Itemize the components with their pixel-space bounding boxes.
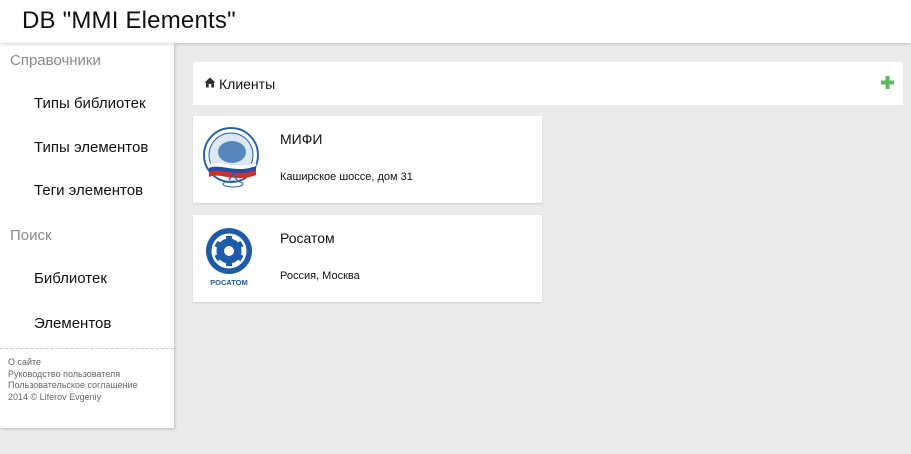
nav-item-element-types[interactable]: Типы элементов <box>34 139 148 156</box>
footer-link-user-agreement[interactable]: Пользовательское соглашение <box>8 380 138 392</box>
plus-icon[interactable] <box>881 76 894 89</box>
client-card-rosatom[interactable]: РОСАТОМ Росатом Россия, Москва <box>193 215 542 302</box>
nav-item-element-tags[interactable]: Теги элементов <box>34 182 143 199</box>
client-address: Россия, Москва <box>280 270 360 282</box>
client-address: Каширское шоссе, дом 31 <box>280 171 413 183</box>
rosatom-logo: РОСАТОМ <box>206 228 252 287</box>
nav-item-search-elements[interactable]: Элементов <box>34 315 111 332</box>
footer-link-about[interactable]: О сайте <box>8 357 138 369</box>
client-name: Росатом <box>280 230 335 246</box>
sidebar-divider <box>0 348 174 349</box>
mephi-logo <box>203 127 259 188</box>
top-bar: DB "MMI Elements" <box>0 0 911 43</box>
client-name: МИФИ <box>280 131 323 147</box>
footer-link-user-guide[interactable]: Руководство пользователя <box>8 369 138 381</box>
app-title: DB "MMI Elements" <box>22 7 236 34</box>
nav-item-library-types[interactable]: Типы библиотек <box>34 95 146 112</box>
section-title-directories: Справочники <box>10 52 101 69</box>
clients-panel-header: Клиенты <box>193 62 903 105</box>
sidebar: Справочники Типы библиотек Типы элементо… <box>0 43 174 428</box>
panel-title: Клиенты <box>219 76 276 92</box>
client-card-mephi[interactable]: МИФИ Каширское шоссе, дом 31 <box>193 116 542 203</box>
section-title-search: Поиск <box>10 227 52 244</box>
home-icon <box>204 77 216 88</box>
nav-item-search-libraries[interactable]: Библиотек <box>34 270 107 287</box>
rosatom-logo-text: РОСАТОМ <box>210 278 248 287</box>
copyright-text: 2014 © Liferov Evgeniy <box>8 391 102 402</box>
sidebar-footer: О сайте Руководство пользователя Пользов… <box>8 357 138 403</box>
